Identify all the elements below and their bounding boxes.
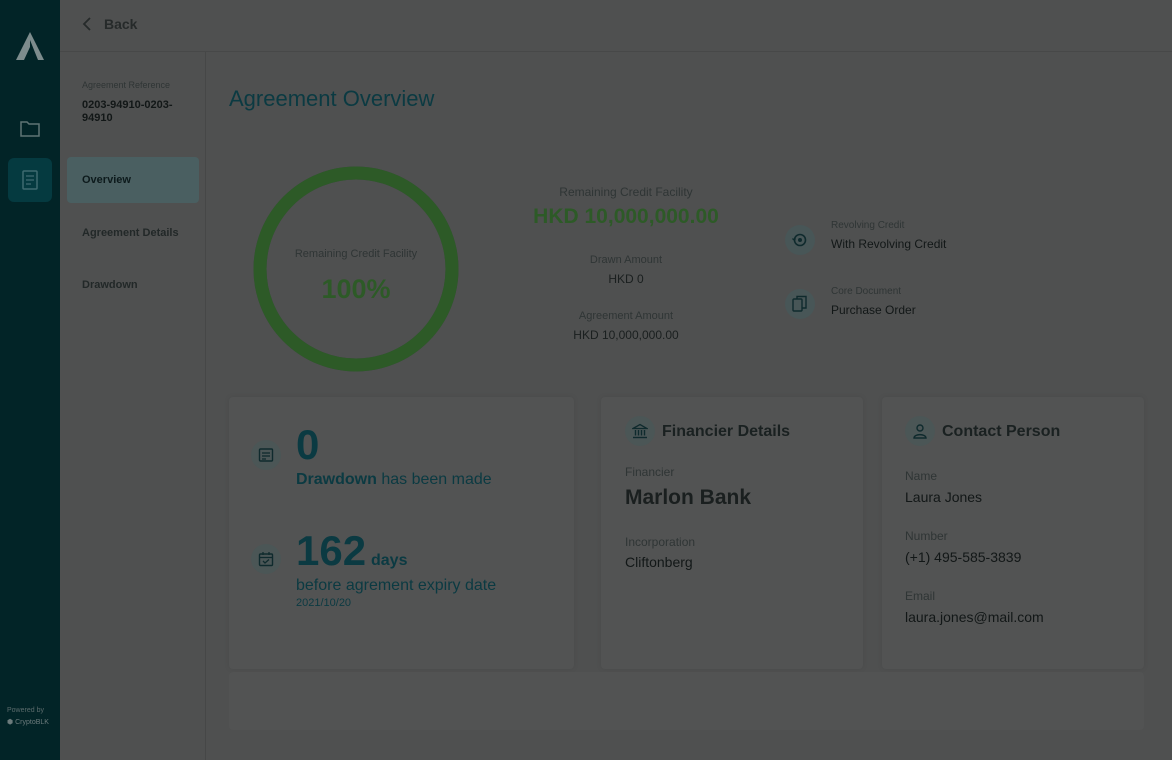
document-icon bbox=[22, 170, 38, 190]
contact-person-card: Contact Person Name Laura Jones Number (… bbox=[882, 397, 1144, 669]
back-button[interactable]: Back bbox=[82, 16, 137, 32]
subnav-item-drawdown[interactable]: Drawdown bbox=[67, 262, 199, 308]
brand-mark-icon: ⬢ bbox=[7, 719, 14, 726]
folder-icon bbox=[20, 121, 40, 137]
contact-number-label: Number bbox=[905, 529, 948, 543]
expiry-text: before agrement expiry date bbox=[296, 577, 497, 594]
subnav-item-overview[interactable]: Overview bbox=[67, 157, 199, 203]
person-icon bbox=[905, 416, 935, 446]
powered-by-label: Powered by bbox=[7, 707, 44, 714]
donut-arc bbox=[253, 166, 459, 372]
revolving-credit-label: Revolving Credit bbox=[831, 220, 905, 231]
receipt-icon bbox=[251, 440, 281, 470]
donut-percent: 100% bbox=[321, 274, 391, 304]
back-label: Back bbox=[104, 16, 138, 32]
financier-label: Financier bbox=[625, 465, 675, 479]
brand-name: CryptoBLK bbox=[15, 718, 49, 726]
contact-email-label: Email bbox=[905, 589, 936, 603]
revolving-credit-value: With Revolving Credit bbox=[831, 237, 947, 251]
financier-value: Marlon Bank bbox=[625, 486, 752, 509]
calendar-icon bbox=[251, 544, 281, 574]
contact-name-value: Laura Jones bbox=[905, 489, 983, 505]
drawn-amount-value: HKD 0 bbox=[608, 272, 644, 286]
core-document-label: Core Document bbox=[831, 286, 902, 297]
drawdown-word: Drawdown bbox=[296, 471, 377, 488]
app-rail: Powered by ⬢ CryptoBLK bbox=[0, 0, 60, 760]
incorporation-value: Cliftonberg bbox=[625, 554, 693, 570]
subnav-item-label: Overview bbox=[82, 174, 131, 186]
app-logo-icon[interactable] bbox=[14, 30, 46, 62]
agreement-amount-value: HKD 10,000,000.00 bbox=[573, 328, 679, 342]
days-remaining-number: 162 bbox=[296, 527, 367, 574]
donut-label: Remaining Credit Facility bbox=[294, 248, 418, 260]
drawdown-summary-card: 0 Drawdown has been made 162 days before… bbox=[229, 397, 574, 669]
subnav-item-label: Drawdown bbox=[82, 279, 138, 291]
days-word: days bbox=[371, 552, 408, 569]
remaining-facility-amount: HKD 10,000,000.00 bbox=[533, 205, 719, 228]
top-bar: Back bbox=[60, 0, 1172, 52]
agreement-subnav: Agreement Reference 0203-94910-0203-9491… bbox=[60, 52, 206, 760]
agreement-nav-button[interactable] bbox=[8, 158, 52, 202]
page-title: Agreement Overview bbox=[229, 86, 435, 111]
drawdown-count: 0 bbox=[296, 421, 320, 468]
bottom-panel bbox=[229, 672, 1144, 730]
core-document-info: Core Document Purchase Order bbox=[785, 286, 916, 319]
remaining-facility-label: Remaining Credit Facility bbox=[559, 185, 693, 199]
folder-nav-button[interactable] bbox=[8, 106, 52, 150]
bank-icon bbox=[625, 416, 655, 446]
contact-email-value: laura.jones@mail.com bbox=[905, 609, 1044, 625]
agreement-reference-value: 0203-94910-0203-94910 bbox=[82, 99, 173, 124]
agreement-amount-label: Agreement Amount bbox=[578, 310, 674, 322]
drawn-amount-label: Drawn Amount bbox=[589, 254, 663, 266]
drawdown-rest: has been made bbox=[381, 471, 492, 488]
subnav-item-label: Agreement Details bbox=[82, 227, 179, 239]
brand-label: ⬢ CryptoBLK bbox=[7, 718, 49, 727]
contact-name-label: Name bbox=[905, 469, 938, 483]
contact-card-title: Contact Person bbox=[942, 423, 1061, 440]
contact-number-value: (+1) 495-585-3839 bbox=[905, 549, 1022, 565]
revolving-icon bbox=[785, 225, 815, 255]
incorporation-label: Incorporation bbox=[625, 535, 696, 549]
agreement-reference-label: Agreement Reference bbox=[82, 80, 171, 90]
revolving-credit-info: Revolving Credit With Revolving Credit bbox=[785, 220, 946, 255]
core-document-value: Purchase Order bbox=[831, 303, 916, 317]
chevron-left-icon bbox=[82, 17, 91, 31]
expiry-date: 2021/10/20 bbox=[296, 597, 352, 609]
documents-icon bbox=[785, 289, 815, 319]
drawdown-status-text: Drawdown has been made bbox=[296, 471, 492, 489]
financier-details-card: Financier Details Financier Marlon Bank … bbox=[601, 397, 863, 669]
credit-facility-donut bbox=[253, 166, 459, 372]
subnav-item-agreement-details[interactable]: Agreement Details bbox=[67, 210, 199, 256]
financier-card-title: Financier Details bbox=[662, 423, 791, 440]
